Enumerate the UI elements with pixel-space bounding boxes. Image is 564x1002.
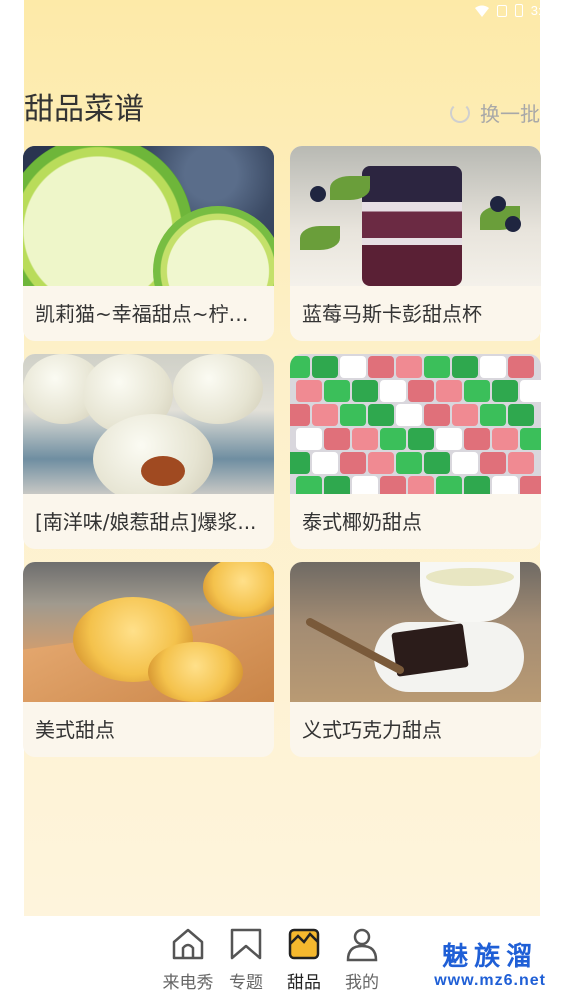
page-title: 甜品菜谱 (24, 92, 144, 127)
watermark: 魅族溜 www.mz6.net (434, 942, 546, 990)
bookmark-icon (230, 928, 262, 960)
refresh-label: 换一批 (480, 102, 540, 126)
wifi-icon (474, 5, 489, 17)
recipe-image-blueberry (290, 146, 541, 286)
recipe-name: [南洋味/娘惹甜点]爆浆... (35, 510, 257, 534)
recipe-card[interactable]: 蓝莓马斯卡彭甜点杯 (290, 146, 541, 341)
recipe-name: 蓝莓马斯卡彭甜点杯 (302, 302, 482, 326)
recipe-name: 凯莉猫~幸福甜点~柠檬... (35, 302, 268, 326)
nav-item-mine[interactable]: 我的 (340, 926, 384, 993)
nav-label: 来电秀 (162, 973, 214, 993)
nav-label: 专题 (229, 973, 263, 993)
recipe-image-coconut-balls (23, 354, 274, 494)
nav-label: 我的 (345, 973, 379, 993)
watermark-url: www.mz6.net (434, 972, 546, 989)
recipe-name: 美式甜点 (35, 718, 115, 742)
recipe-card[interactable]: 美式甜点 (23, 562, 274, 757)
recipe-card[interactable]: 凯莉猫~幸福甜点~柠檬... (23, 146, 274, 341)
status-bar: A 3:53 (0, 0, 564, 24)
watermark-text: 魅族溜 (442, 942, 539, 972)
recipe-name: 义式巧克力甜点 (302, 718, 442, 742)
refresh-icon (450, 102, 470, 123)
battery-icon (514, 4, 523, 17)
home-icon (172, 928, 204, 960)
notification-a-icon: A (8, 5, 20, 17)
no-sim-icon (496, 4, 507, 17)
status-time: 3:53 (530, 3, 556, 18)
recipe-card[interactable]: 义式巧克力甜点 (290, 562, 541, 757)
user-icon (346, 928, 378, 962)
recipe-name: 泰式椰奶甜点 (302, 510, 422, 534)
recipe-image-lemon (23, 146, 274, 286)
nav-item-dessert[interactable]: 甜品 (282, 926, 326, 993)
recipe-image-egg-tarts (23, 562, 274, 702)
dessert-icon (288, 928, 320, 960)
nav-label: 甜品 (287, 973, 321, 993)
refresh-button[interactable]: 换一批 (450, 98, 540, 127)
recipe-image-jelly-cubes (290, 354, 541, 494)
recipe-image-chocolate (290, 562, 541, 702)
recipe-grid: 凯莉猫~幸福甜点~柠檬... 蓝莓马斯卡彭甜点杯 [南洋味/娘惹甜点]爆浆...… (23, 146, 541, 757)
recipe-card[interactable]: [南洋味/娘惹甜点]爆浆... (23, 354, 274, 549)
nav-item-topics[interactable]: 专题 (224, 926, 268, 993)
nav-item-home[interactable]: 来电秀 (163, 926, 214, 993)
recipe-card[interactable]: 泰式椰奶甜点 (290, 354, 541, 549)
